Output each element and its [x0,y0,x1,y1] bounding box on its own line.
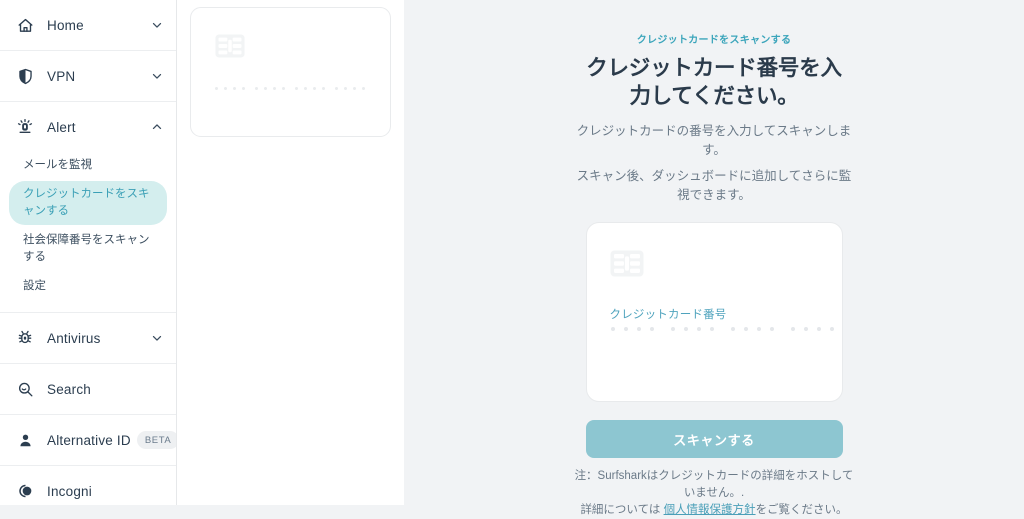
dot-group [790,327,834,331]
sidebar-item-scan-ssn[interactable]: 社会保障番号をスキャンする [9,227,167,271]
sidebar-item-label: VPN [47,68,76,84]
sidebar-item-label: Alert [47,119,76,135]
chevron-down-icon[interactable] [150,331,164,345]
chevron-up-icon[interactable] [150,120,164,134]
sidebar-group-antivirus: Antivirus [0,313,176,364]
preview-credit-card [190,7,391,137]
privacy-note-line-2-suffix: をご覧ください。 [755,504,848,516]
dot-group [295,87,325,90]
sidebar-item-incogni[interactable]: Incogni [0,466,176,505]
credit-card-field-label: クレジットカード番号 [609,309,727,321]
page-title: クレジットカード番号を入力してください。 [586,56,842,108]
sidebar-group-vpn: VPN [0,51,176,102]
person-icon [14,429,36,451]
dot-group [255,87,285,90]
sidebar-item-settings[interactable]: 設定 [9,273,167,300]
sidebar-group-alternative-id: Alternative ID BETA [0,415,176,466]
sidebar-item-home[interactable]: Home [0,0,176,50]
sidebar-item-vpn[interactable]: VPN [0,51,176,101]
privacy-note: 注：Surfsharkはクレジットカードの詳細をホストしていません。. 詳細につ… [569,468,859,519]
sidebar-group-incogni: Incogni [0,466,176,505]
app-root: Home VPN Alert メールを監視 クレジットカードをスキャンする 社会… [0,0,1024,516]
dot-group [730,327,774,331]
sidebar-group-home: Home [0,0,176,51]
sidebar-item-scan-credit-card[interactable]: クレジットカードをスキャンする [9,181,167,225]
preview-panel [177,0,404,505]
sidebar-subnav-alert: メールを監視 クレジットカードをスキャンする 社会保障番号をスキャンする 設定 [0,152,176,312]
search-icon [14,378,36,400]
sidebar-item-label: Alternative ID [47,432,131,448]
sidebar-item-search[interactable]: Search [0,364,176,414]
sidebar-item-label: Search [47,381,91,397]
chevron-down-icon[interactable] [150,69,164,83]
dot-group [215,87,245,90]
sidebar: Home VPN Alert メールを監視 クレジットカードをスキャンする 社会… [0,0,177,505]
credit-card-input[interactable]: クレジットカード番号 [585,222,843,402]
page-subtitle-1: クレジットカードの番号を入力してスキャンします。 [576,124,852,157]
page-subtitle-2: スキャン後、ダッシュボードに追加してさらに監視できます。 [576,169,852,202]
sidebar-group-alert: Alert メールを監視 クレジットカードをスキャンする 社会保障番号をスキャン… [0,102,176,313]
dot-group [335,87,365,90]
scan-card-panel: クレジットカードをスキャンする クレジットカード番号を入力してください。 クレジ… [569,0,859,516]
sidebar-item-alert[interactable]: Alert [0,102,176,152]
credit-card-number-placeholder [610,327,834,331]
alert-icon [14,116,36,138]
page-eyebrow: クレジットカードをスキャンする [636,35,792,46]
main-content: クレジットカードをスキャンする クレジットカード番号を入力してください。 クレジ… [404,0,1024,516]
status-badge-beta: BETA [136,431,176,449]
home-icon [14,14,36,36]
dot-group [670,327,714,331]
antivirus-bug-icon [14,327,36,349]
sidebar-item-alternative-id[interactable]: Alternative ID BETA [0,415,176,465]
dot-group [610,327,654,331]
privacy-policy-link[interactable]: 個人情報保護方針 [664,504,756,516]
sidebar-item-label: Incogni [47,483,92,499]
sidebar-item-monitor-email[interactable]: メールを監視 [9,152,167,179]
scan-button[interactable]: スキャンする [585,420,843,458]
shield-icon [14,65,36,87]
sidebar-group-search: Search [0,364,176,415]
privacy-note-line-1: 注：Surfsharkはクレジットカードの詳細をホストしていません。. [574,470,854,499]
incogni-toggle-icon [14,480,36,502]
preview-card-number-placeholder [215,87,365,90]
privacy-note-line-2-prefix: 詳細については [580,504,664,516]
sidebar-item-antivirus[interactable]: Antivirus [0,313,176,363]
sidebar-item-label: Antivirus [47,330,101,346]
credit-card-chip-icon [610,250,644,277]
credit-card-chip-icon [215,34,245,58]
chevron-down-icon[interactable] [150,18,164,32]
sidebar-item-label: Home [47,17,84,33]
